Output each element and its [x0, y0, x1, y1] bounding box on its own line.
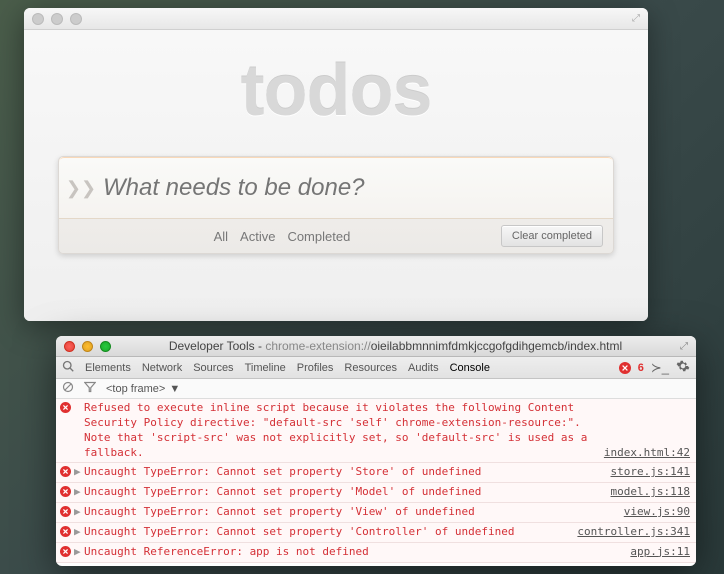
minimize-icon[interactable] [51, 13, 63, 25]
devtools-titlebar[interactable]: Developer Tools - chrome-extension://oie… [56, 336, 696, 357]
tab-sources[interactable]: Sources [193, 362, 233, 374]
prompt-caret-icon: › [62, 565, 76, 566]
tab-timeline[interactable]: Timeline [245, 362, 286, 374]
todo-container: ❯❯ All Active Completed Clear completed [58, 156, 614, 254]
tab-console[interactable]: Console [450, 362, 490, 374]
app-body: todos ❯❯ All Active Completed Clear comp… [24, 30, 648, 321]
message-source-link[interactable]: store.js:141 [611, 465, 690, 480]
message-text: Uncaught TypeError: Cannot set property … [84, 525, 577, 540]
devtools-title: Developer Tools - chrome-extension://oie… [118, 339, 673, 353]
filter-all[interactable]: All [214, 229, 228, 244]
frame-selector[interactable]: <top frame> ▼ [106, 383, 180, 395]
error-icon [60, 505, 74, 520]
console-message[interactable]: ▶Uncaught TypeError: Cannot set property… [56, 483, 696, 503]
error-count: 6 [638, 362, 644, 374]
tab-audits[interactable]: Audits [408, 362, 439, 374]
minimize-icon[interactable] [82, 341, 93, 352]
close-icon[interactable] [64, 341, 75, 352]
app-titlebar[interactable]: ⤢ [24, 8, 648, 30]
error-icon [60, 485, 74, 500]
console-toolbar: <top frame> ▼ [56, 379, 696, 399]
error-icon[interactable] [619, 362, 631, 374]
toggle-all-icon[interactable]: ❯❯ [59, 178, 103, 199]
message-text: Uncaught TypeError: Cannot set property … [84, 505, 624, 520]
error-icon [60, 545, 74, 560]
close-icon[interactable] [32, 13, 44, 25]
error-icon [60, 401, 74, 460]
clear-completed-button[interactable]: Clear completed [501, 225, 603, 247]
expand-arrow-icon[interactable]: ▶ [74, 525, 84, 540]
tab-network[interactable]: Network [142, 362, 182, 374]
console-message[interactable]: ▶Uncaught TypeError: Cannot set property… [56, 463, 696, 483]
console-message[interactable]: ▶Uncaught TypeError: Cannot set property… [56, 503, 696, 523]
console-output[interactable]: Refused to execute inline script because… [56, 399, 696, 566]
filters: All Active Completed [214, 229, 351, 244]
expand-arrow-icon[interactable]: ▶ [74, 485, 84, 500]
console-message[interactable]: ▶Uncaught TypeError: Cannot set property… [56, 523, 696, 543]
tab-resources[interactable]: Resources [344, 362, 397, 374]
zoom-icon[interactable] [100, 341, 111, 352]
filter-icon[interactable] [84, 381, 96, 396]
app-title: todos [241, 50, 432, 132]
expand-arrow-icon[interactable]: ▶ [74, 505, 84, 520]
clear-console-icon[interactable] [62, 381, 74, 396]
message-text: Refused to execute inline script because… [84, 401, 604, 460]
chevron-down-icon: ▼ [169, 383, 180, 395]
error-icon [60, 525, 74, 540]
console-message[interactable]: Refused to execute inline script because… [56, 399, 696, 463]
gear-icon[interactable] [676, 359, 690, 376]
tab-elements[interactable]: Elements [85, 362, 131, 374]
console-message[interactable]: ▶Uncaught ReferenceError: app is not def… [56, 543, 696, 563]
filter-completed[interactable]: Completed [287, 229, 350, 244]
new-todo-input[interactable] [103, 174, 613, 202]
console-input[interactable] [76, 565, 690, 566]
error-icon [60, 465, 74, 480]
traffic-lights [32, 13, 82, 25]
devtools-window: Developer Tools - chrome-extension://oie… [56, 336, 696, 566]
message-text: Uncaught TypeError: Cannot set property … [84, 485, 611, 500]
expand-icon[interactable]: ⤢ [632, 13, 640, 24]
expand-arrow-icon[interactable]: ▶ [74, 545, 84, 560]
search-icon[interactable] [62, 360, 74, 375]
expand-icon[interactable]: ⤢ [680, 341, 688, 352]
message-source-link[interactable]: controller.js:341 [577, 525, 690, 540]
expand-arrow-icon[interactable]: ▶ [74, 465, 84, 480]
todo-footer: All Active Completed Clear completed [59, 219, 613, 253]
message-source-link[interactable]: index.html:42 [604, 446, 690, 461]
message-text: Uncaught TypeError: Cannot set property … [84, 465, 611, 480]
message-source-link[interactable]: view.js:90 [624, 505, 690, 520]
console-prompt[interactable]: › [56, 563, 696, 566]
devtools-tabs: Elements Network Sources Timeline Profil… [56, 357, 696, 379]
filter-active[interactable]: Active [240, 229, 275, 244]
expand-arrow-icon [74, 401, 84, 460]
message-source-link[interactable]: model.js:118 [611, 485, 690, 500]
message-text: Uncaught ReferenceError: app is not defi… [84, 545, 630, 560]
message-source-link[interactable]: app.js:11 [630, 545, 690, 560]
traffic-lights [64, 341, 111, 352]
new-todo-row: ❯❯ [59, 157, 613, 219]
drawer-icon[interactable]: ≻_ [651, 360, 669, 376]
app-window: ⤢ todos ❯❯ All Active Completed Clear co… [24, 8, 648, 321]
zoom-icon[interactable] [70, 13, 82, 25]
tab-profiles[interactable]: Profiles [297, 362, 334, 374]
